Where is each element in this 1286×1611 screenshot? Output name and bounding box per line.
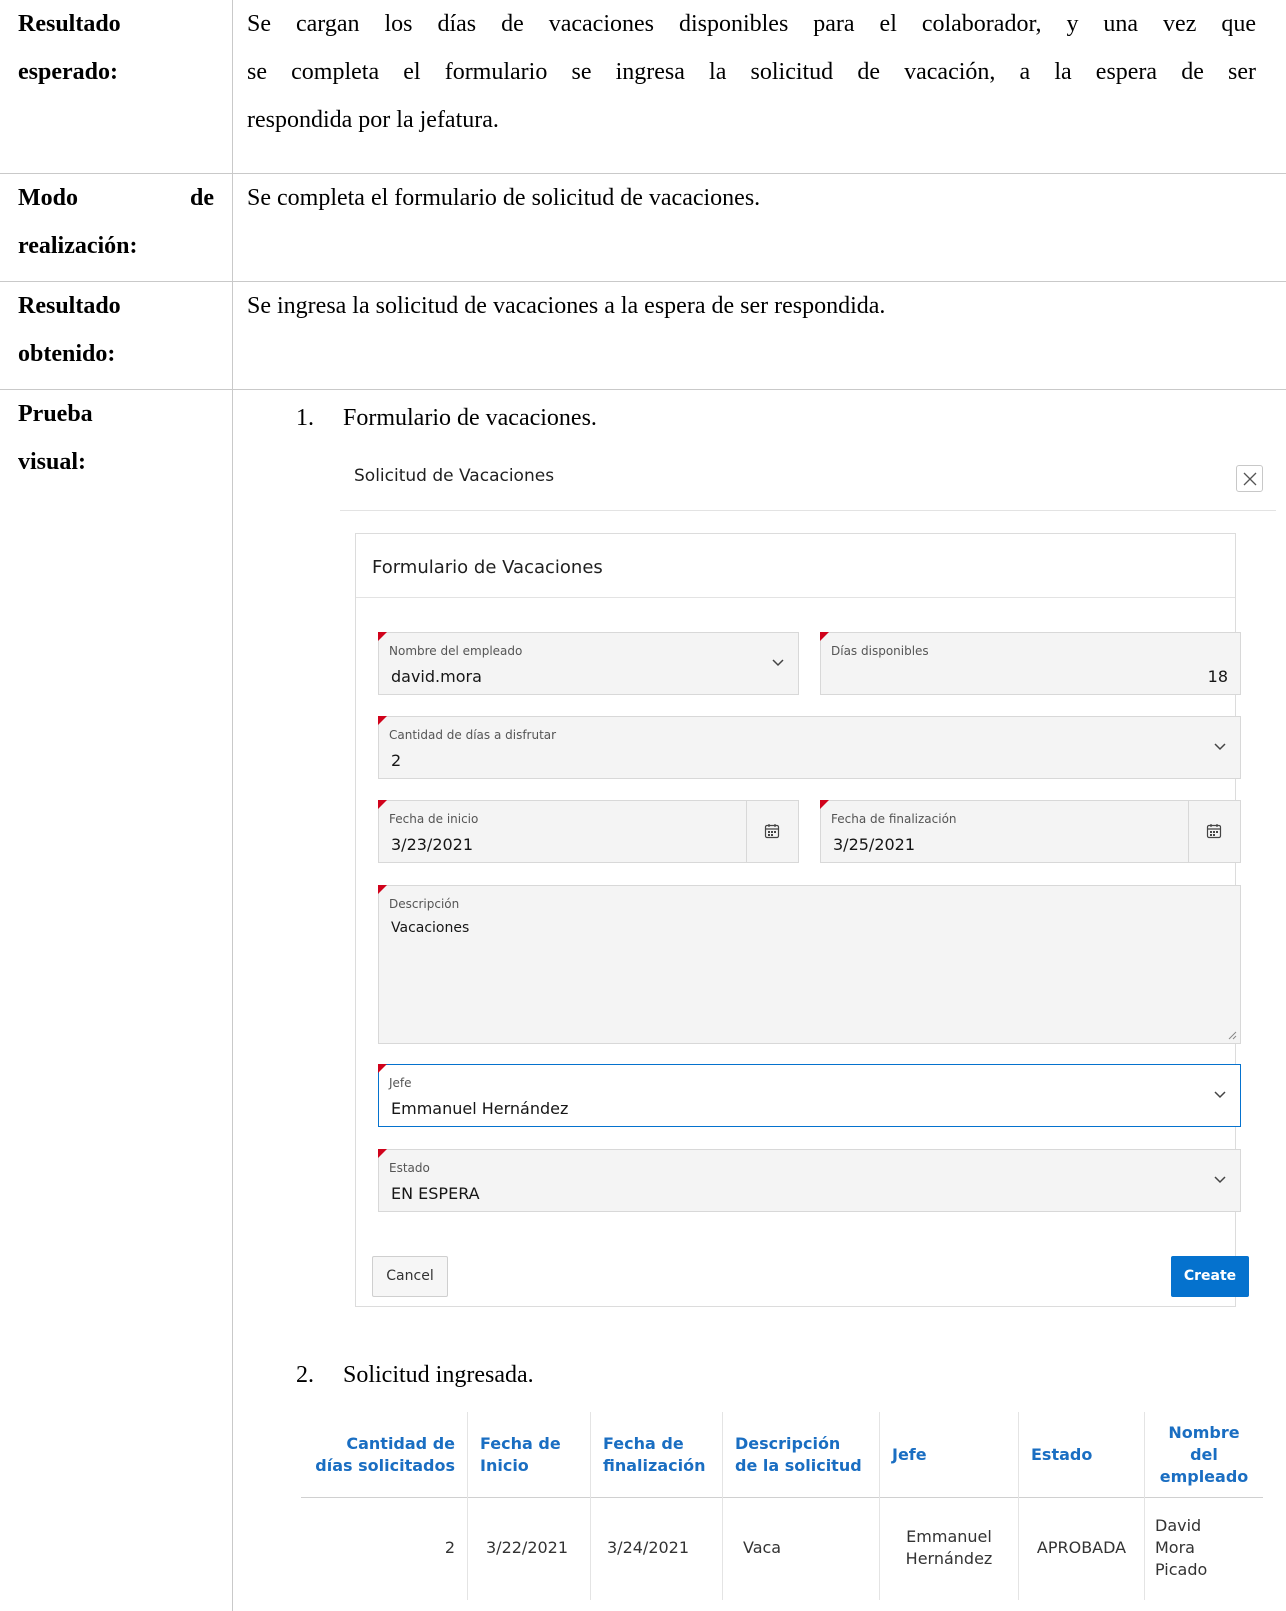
required-marker: [378, 1149, 387, 1158]
employee-select[interactable]: Nombre del empleado david.mora: [378, 632, 799, 695]
column-header[interactable]: Descripción de la solicitud: [723, 1412, 879, 1497]
field-label: Descripción: [389, 897, 460, 911]
end-date-field[interactable]: Fecha de finalización 3/25/2021: [820, 800, 1241, 863]
label-line: Modo de: [18, 185, 214, 211]
label-line: realización:: [18, 233, 138, 259]
column-header[interactable]: Nombre del empleado: [1145, 1412, 1263, 1497]
column-header[interactable]: Fecha de finalización: [591, 1412, 722, 1497]
calendar-icon: [764, 824, 780, 839]
chevron-down-icon: [1214, 743, 1226, 751]
required-marker: [378, 1064, 387, 1073]
list-item-title: Solicitud ingresada.: [343, 1362, 534, 1388]
label-line: esperado:: [18, 59, 118, 85]
required-marker: [378, 716, 387, 725]
label-line: Resultado: [18, 293, 121, 319]
document-page: Resultado esperado: Se cargan los días d…: [0, 0, 1286, 1611]
row-value: Se completa el formulario de solicitud d…: [247, 185, 761, 211]
table-cell: APROBADA: [1036, 1538, 1127, 1557]
field-value: david.mora: [391, 667, 482, 686]
calendar-icon: [1206, 824, 1222, 839]
label-line: obtenido:: [18, 341, 116, 367]
required-marker: [820, 800, 829, 809]
row-label: Modo de realización:: [0, 174, 233, 282]
date-picker-button[interactable]: [1188, 801, 1240, 862]
start-date-field[interactable]: Fecha de inicio 3/23/2021: [378, 800, 799, 863]
field-label: Fecha de finalización: [831, 812, 957, 826]
modal-title: Solicitud de Vacaciones: [354, 466, 555, 486]
description-textarea[interactable]: Descripción Vacaciones: [378, 885, 1241, 1044]
days-to-enjoy-select[interactable]: Cantidad de días a disfrutar 2: [378, 716, 1241, 779]
column-header[interactable]: Jefe: [880, 1412, 1018, 1497]
row-mode: Modo de realización: Se completa el form…: [0, 173, 1286, 282]
boss-select[interactable]: Jefe Emmanuel Hernández: [378, 1064, 1241, 1127]
field-value: 3/23/2021: [391, 835, 474, 854]
table-cell: Emmanuel Hernández: [905, 1527, 993, 1568]
row-obtained-result: Resultado obtenido: Se ingresa la solici…: [0, 281, 1286, 390]
row-value: Se ingresa la solicitud de vacaciones a …: [247, 293, 886, 319]
text-line: se completa el formulario se ingresa la …: [247, 59, 1256, 85]
list-number: 2.: [296, 1362, 314, 1388]
label-line: Prueba: [18, 401, 93, 427]
table-cell: David Mora Picado: [1155, 1516, 1208, 1579]
field-value: 2: [391, 751, 402, 770]
field-label: Estado: [389, 1161, 430, 1175]
requests-table: Cantidad de días solicitados Fecha de In…: [301, 1412, 1263, 1600]
column-header[interactable]: Estado: [1019, 1412, 1144, 1497]
field-label: Cantidad de días a disfrutar: [389, 728, 557, 742]
field-label: Fecha de inicio: [389, 812, 479, 826]
row-label: Resultado obtenido:: [0, 282, 233, 390]
field-value: Emmanuel Hernández: [391, 1099, 569, 1118]
table-cell: 3/24/2021: [607, 1538, 690, 1557]
label-line: Resultado: [18, 11, 121, 37]
column-header[interactable]: Cantidad de días solicitados: [301, 1412, 467, 1497]
required-marker: [378, 885, 387, 894]
field-label: Nombre del empleado: [389, 644, 523, 658]
row-expected-result: Resultado esperado: Se cargan los días d…: [0, 0, 1286, 173]
close-button[interactable]: [1236, 465, 1263, 492]
table-cell: 2: [444, 1538, 455, 1557]
table-cell: 3/22/2021: [486, 1538, 569, 1557]
field-value: 18: [1207, 667, 1228, 686]
text-line: respondida por la jefatura.: [247, 107, 499, 133]
card-title: Formulario de Vacaciones: [372, 557, 603, 578]
divider: [356, 597, 1235, 598]
date-picker-button[interactable]: [746, 801, 798, 862]
field-value: EN ESPERA: [391, 1184, 480, 1203]
chevron-down-icon: [1214, 1091, 1226, 1099]
field-label: Jefe: [389, 1076, 412, 1090]
label-line: visual:: [18, 449, 87, 475]
table-cell: Vaca: [743, 1538, 782, 1557]
required-marker: [378, 800, 387, 809]
field-label: Días disponibles: [831, 644, 929, 658]
required-marker: [378, 632, 387, 641]
list-number: 1.: [296, 405, 314, 431]
row-label: Resultado esperado:: [0, 0, 233, 173]
field-value: Vacaciones: [391, 920, 470, 936]
resize-handle-icon[interactable]: [1227, 1030, 1237, 1040]
row-value: Se cargan los días de vacaciones disponi…: [233, 0, 1286, 144]
required-marker: [820, 632, 829, 641]
field-value: 3/25/2021: [833, 835, 916, 854]
text-line: Se cargan los días de vacaciones disponi…: [247, 11, 1256, 37]
create-button[interactable]: Create: [1171, 1256, 1249, 1297]
row-label: Prueba visual:: [0, 390, 233, 1611]
close-icon: [1243, 472, 1257, 486]
status-select[interactable]: Estado EN ESPERA: [378, 1149, 1241, 1212]
list-item-title: Formulario de vacaciones.: [343, 405, 597, 431]
divider: [340, 510, 1276, 511]
cancel-button[interactable]: Cancel: [372, 1256, 448, 1297]
chevron-down-icon: [772, 659, 784, 667]
column-header[interactable]: Fecha de Inicio: [468, 1412, 590, 1497]
chevron-down-icon: [1214, 1176, 1226, 1184]
available-days-field[interactable]: Días disponibles 18: [820, 632, 1241, 695]
